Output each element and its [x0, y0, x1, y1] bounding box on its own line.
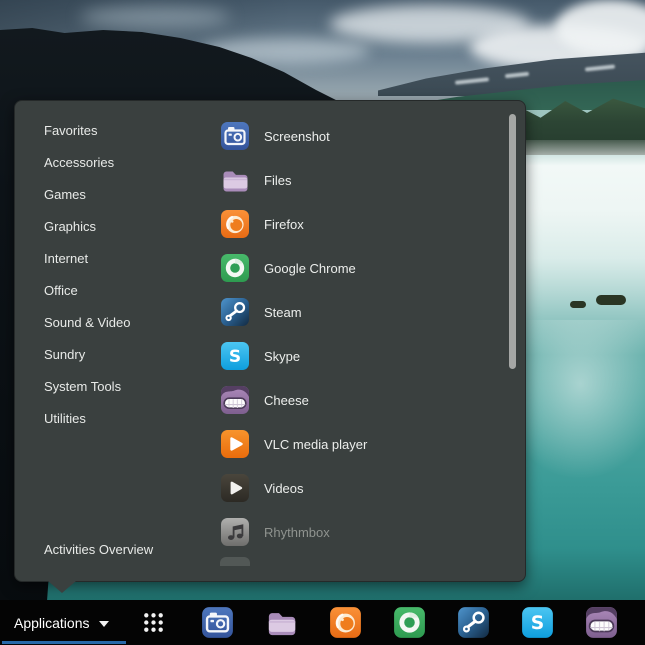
- app-item-videos[interactable]: Videos: [220, 466, 500, 510]
- wallpaper-rock: [570, 301, 586, 308]
- category-item-favorites[interactable]: Favorites: [28, 115, 198, 147]
- app-item-steam[interactable]: Steam: [220, 290, 500, 334]
- applications-menu: FavoritesAccessoriesGamesGraphicsInterne…: [14, 100, 526, 582]
- app-item-vlc-media-player[interactable]: VLC media player: [220, 422, 500, 466]
- app-item-google-chrome[interactable]: Google Chrome: [220, 246, 500, 290]
- chrome-icon: [220, 253, 250, 283]
- app-item-skype[interactable]: S Skype: [220, 334, 500, 378]
- app-item-screenshot[interactable]: Screenshot: [220, 114, 500, 158]
- taskbar-item-steam[interactable]: [456, 606, 490, 640]
- app-label: Videos: [264, 481, 304, 496]
- taskbar-item-firefox[interactable]: [328, 606, 362, 640]
- app-label: Cheese: [264, 393, 309, 408]
- taskbar-item-cheese[interactable]: [584, 606, 618, 640]
- app-label: Steam: [264, 305, 302, 320]
- menu-pointer-arrow: [48, 581, 76, 593]
- active-indicator: [2, 641, 126, 644]
- app-label: Skype: [264, 349, 300, 364]
- skype-icon: S: [521, 606, 554, 639]
- skype-icon: S: [220, 341, 250, 371]
- category-list: FavoritesAccessoriesGamesGraphicsInterne…: [28, 115, 198, 435]
- svg-text:S: S: [229, 347, 241, 367]
- app-item-cheese[interactable]: Cheese: [220, 378, 500, 422]
- app-item-firefox[interactable]: Firefox: [220, 202, 500, 246]
- app-list: Screenshot Files Firefox Google Chrome Steam…: [220, 114, 500, 554]
- category-item-internet[interactable]: Internet: [28, 243, 198, 275]
- category-item-sound-video[interactable]: Sound & Video: [28, 307, 198, 339]
- screenshot-icon: [220, 121, 250, 151]
- applications-label: Applications: [14, 615, 90, 631]
- taskbar-item-files[interactable]: [264, 606, 298, 640]
- cheese-icon: [585, 606, 618, 639]
- app-label: Rhythmbox: [264, 525, 330, 540]
- show-apps-icon: [140, 609, 167, 636]
- desktop: FavoritesAccessoriesGamesGraphicsInterne…: [0, 0, 645, 645]
- app-label: Files: [264, 173, 291, 188]
- videos-icon: [220, 473, 250, 503]
- category-item-graphics[interactable]: Graphics: [28, 211, 198, 243]
- taskbar-icons: S: [136, 600, 618, 645]
- app-label: Google Chrome: [264, 261, 356, 276]
- category-item-games[interactable]: Games: [28, 179, 198, 211]
- chrome-icon: [393, 606, 426, 639]
- app-label: Firefox: [264, 217, 304, 232]
- category-item-system-tools[interactable]: System Tools: [28, 371, 198, 403]
- app-item-rhythmbox[interactable]: Rhythmbox: [220, 510, 500, 554]
- svg-text:S: S: [530, 613, 543, 634]
- steam-icon: [457, 606, 490, 639]
- taskbar-item-screenshot[interactable]: [200, 606, 234, 640]
- files-icon: [265, 606, 298, 639]
- taskbar-item-skype[interactable]: S: [520, 606, 554, 640]
- applications-menu-button[interactable]: Applications: [0, 600, 123, 645]
- category-item-office[interactable]: Office: [28, 275, 198, 307]
- app-label: VLC media player: [264, 437, 367, 452]
- category-item-accessories[interactable]: Accessories: [28, 147, 198, 179]
- app-label: Screenshot: [264, 129, 330, 144]
- activities-overview-item[interactable]: Activities Overview: [44, 537, 153, 563]
- vlc-icon: [220, 429, 250, 459]
- taskbar-item-show-apps[interactable]: [136, 606, 170, 640]
- category-item-utilities[interactable]: Utilities: [28, 403, 198, 435]
- screenshot-icon: [201, 606, 234, 639]
- scrollbar-thumb[interactable]: [509, 114, 516, 369]
- files-icon: [220, 165, 250, 195]
- wallpaper-rock: [596, 295, 626, 305]
- firefox-icon: [329, 606, 362, 639]
- cheese-icon: [220, 385, 250, 415]
- rhythmbox-icon: [220, 517, 250, 547]
- wallpaper-cloud: [80, 6, 230, 28]
- taskbar-item-google-chrome[interactable]: [392, 606, 426, 640]
- app-item-files[interactable]: Files: [220, 158, 500, 202]
- firefox-icon: [220, 209, 250, 239]
- category-item-sundry[interactable]: Sundry: [28, 339, 198, 371]
- taskbar: Applications S: [0, 600, 645, 645]
- steam-icon: [220, 297, 250, 327]
- chevron-down-icon: [99, 621, 109, 627]
- partial-app-icon: [220, 557, 250, 566]
